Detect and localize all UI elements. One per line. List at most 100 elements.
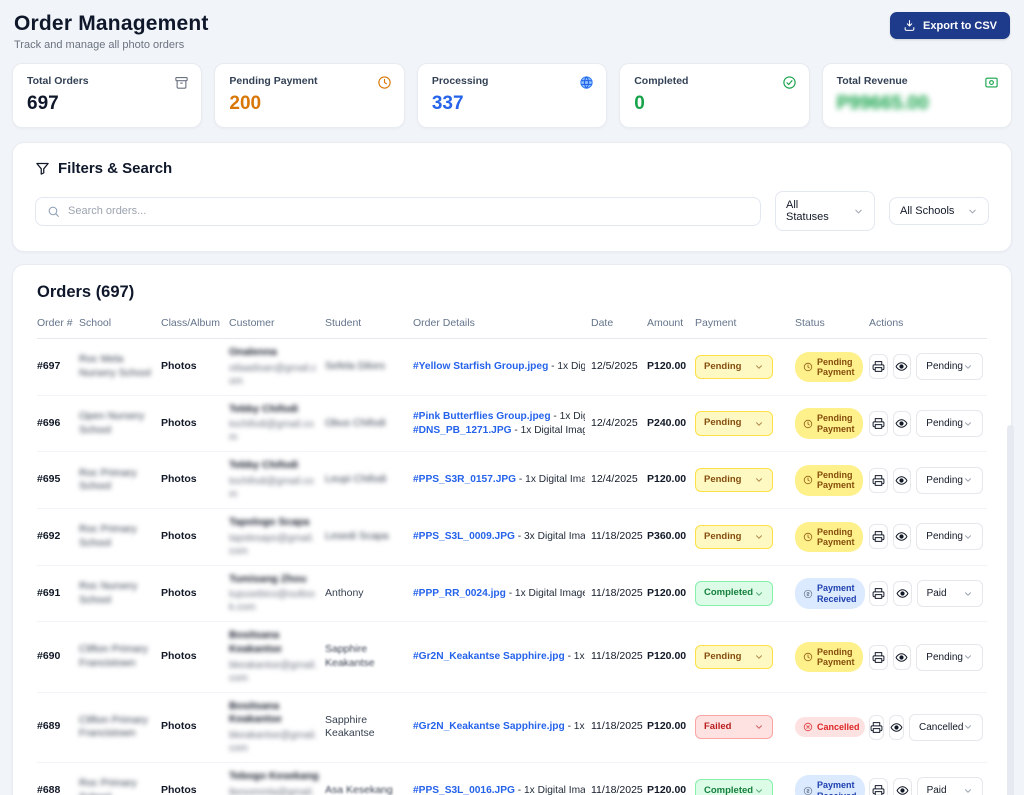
view-button[interactable] — [892, 524, 912, 550]
order-status-select-value: Pending — [926, 651, 963, 663]
view-button[interactable] — [892, 644, 912, 670]
order-item-file-link[interactable]: #PPS_S3L_0009.JPG — [413, 531, 515, 542]
customer-email: tapslesapo@gmail.com — [229, 532, 315, 557]
eye-icon — [896, 784, 909, 795]
search-icon — [47, 205, 60, 218]
order-item-file-link[interactable]: #DNS_PB_1271.JPG — [413, 425, 512, 436]
print-button[interactable] — [869, 354, 888, 380]
order-item-file-link[interactable]: #PPP_RR_0024.jpg — [413, 588, 506, 599]
printer-icon — [872, 784, 885, 795]
eye-icon — [890, 721, 903, 734]
payment-select-value: Failed — [704, 721, 732, 733]
order-status-select[interactable]: Pending — [916, 466, 983, 494]
order-status-select[interactable]: Pending — [916, 410, 983, 438]
print-button[interactable] — [869, 581, 888, 607]
payment-select[interactable]: Pending — [695, 354, 773, 380]
school-filter-select[interactable]: All Schools — [889, 197, 989, 225]
page-subtitle: Track and manage all photo orders — [14, 39, 185, 51]
order-item-desc: - 1x Digital I... — [567, 721, 585, 733]
table-row: #697 Roc Mela Nursery School Photos Onal… — [37, 339, 987, 396]
search-input[interactable] — [68, 205, 749, 217]
status-filter-select[interactable]: All Statuses — [775, 191, 875, 231]
payment-select[interactable]: Pending — [695, 644, 773, 670]
order-status-select[interactable]: Pending — [916, 643, 983, 671]
payment-select-value: Pending — [704, 650, 742, 662]
order-item-file-link[interactable]: #Yellow Starfish Group.jpeg — [413, 361, 548, 372]
chevron-down-icon — [754, 786, 764, 795]
order-details: #PPS_S3L_0016.JPG - 1x Digital Image — [413, 784, 591, 795]
order-status-select[interactable]: Paid — [916, 777, 984, 795]
print-button[interactable] — [869, 411, 888, 437]
order-status-select[interactable]: Pending — [916, 523, 983, 551]
eye-icon — [895, 651, 908, 664]
view-button[interactable] — [892, 778, 912, 795]
order-date: 12/4/2025 — [591, 473, 638, 486]
printer-icon — [872, 587, 885, 600]
order-status-select[interactable]: Paid — [916, 580, 984, 608]
order-amount: P120.00 — [647, 720, 687, 733]
order-item-file-link[interactable]: #PPS_S3R_0157.JPG — [413, 474, 516, 485]
customer-name: Tumisang Zhou — [229, 572, 307, 585]
stat-value: 200 — [229, 93, 262, 114]
order-class-album: Photos — [161, 720, 197, 733]
eye-icon — [896, 587, 909, 600]
filters-title: Filters & Search — [58, 160, 173, 177]
payment-select-value: Pending — [704, 474, 742, 486]
payment-select-value: Pending — [704, 360, 742, 372]
table-scrollbar[interactable] — [1007, 425, 1014, 795]
chevron-down-icon — [963, 532, 973, 542]
order-class-album: Photos — [161, 360, 197, 373]
order-item-file-link[interactable]: #Gr2N_Keakantse Sapphire.jpg — [413, 651, 565, 662]
actions-cell: Pending — [869, 410, 989, 438]
orders-table-body: #697 Roc Mela Nursery School Photos Onal… — [37, 339, 987, 795]
order-amount: P120.00 — [647, 783, 687, 795]
customer-email: bkeakantse@gmail.com — [229, 729, 317, 754]
customer-name: Tebogo Kesekang — [229, 769, 319, 782]
chevron-down-icon — [963, 589, 973, 599]
order-student: Sapphire Keakantse — [325, 713, 375, 740]
payment-select[interactable]: Pending — [695, 524, 773, 550]
payment-select[interactable]: Completed — [695, 581, 773, 606]
order-item-desc: - 1x Digital I... — [567, 651, 585, 663]
processing-icon — [579, 75, 594, 90]
view-button[interactable] — [889, 714, 904, 740]
customer-email: tupusebico@outlook.com — [229, 589, 315, 614]
customer-name: Tapologo Scapa — [229, 516, 310, 529]
print-button[interactable] — [869, 778, 888, 795]
funnel-icon — [35, 161, 50, 176]
order-item: #DNS_PB_1271.JPG - 1x Digital Image — [413, 424, 585, 438]
status-cell: Payment Received — [795, 578, 869, 609]
order-id: #691 — [37, 586, 61, 599]
payment-select[interactable]: Completed — [695, 778, 773, 795]
print-button[interactable] — [869, 467, 888, 493]
status-badge-label: Payment Received — [817, 780, 857, 795]
order-student: Leupi Chifodi — [325, 473, 387, 486]
payment-select[interactable]: Failed — [695, 715, 773, 740]
payment-select[interactable]: Pending — [695, 468, 773, 493]
print-button[interactable] — [869, 644, 888, 670]
actions-cell: Cancelled — [869, 713, 989, 741]
order-item-file-link[interactable]: #Pink Butterflies Group.jpeg — [413, 411, 551, 422]
view-button[interactable] — [892, 411, 912, 437]
view-button[interactable] — [892, 354, 912, 380]
table-row: #690 Clifton Primary Francistown Photos … — [37, 622, 987, 693]
order-status-select[interactable]: Cancelled — [909, 713, 984, 741]
order-status-select[interactable]: Pending — [916, 353, 983, 381]
payment-select[interactable]: Pending — [695, 411, 773, 436]
view-button[interactable] — [892, 467, 912, 493]
status-cell: Pending Payment — [795, 408, 869, 439]
stat-label: Total Orders — [27, 75, 89, 87]
order-details: #Gr2N_Keakantse Sapphire.jpg - 1x Digita… — [413, 720, 591, 734]
print-button[interactable] — [869, 714, 884, 740]
customer-email: tochifodi@gmail.com — [229, 419, 314, 444]
order-item-file-link[interactable]: #PPS_S3L_0016.JPG — [413, 785, 515, 795]
order-item: #PPS_S3L_0016.JPG - 1x Digital Image — [413, 784, 585, 795]
stat-label: Completed — [634, 75, 689, 87]
order-date: 11/18/2025 — [591, 586, 643, 599]
order-item-file-link[interactable]: #Gr2N_Keakantse Sapphire.jpg — [413, 721, 565, 732]
view-button[interactable] — [892, 581, 912, 607]
print-button[interactable] — [869, 524, 888, 550]
export-csv-button[interactable]: Export to CSV — [890, 12, 1010, 39]
customer-email: bkeakantse@gmail.com — [229, 659, 317, 684]
order-id: #696 — [37, 416, 61, 429]
